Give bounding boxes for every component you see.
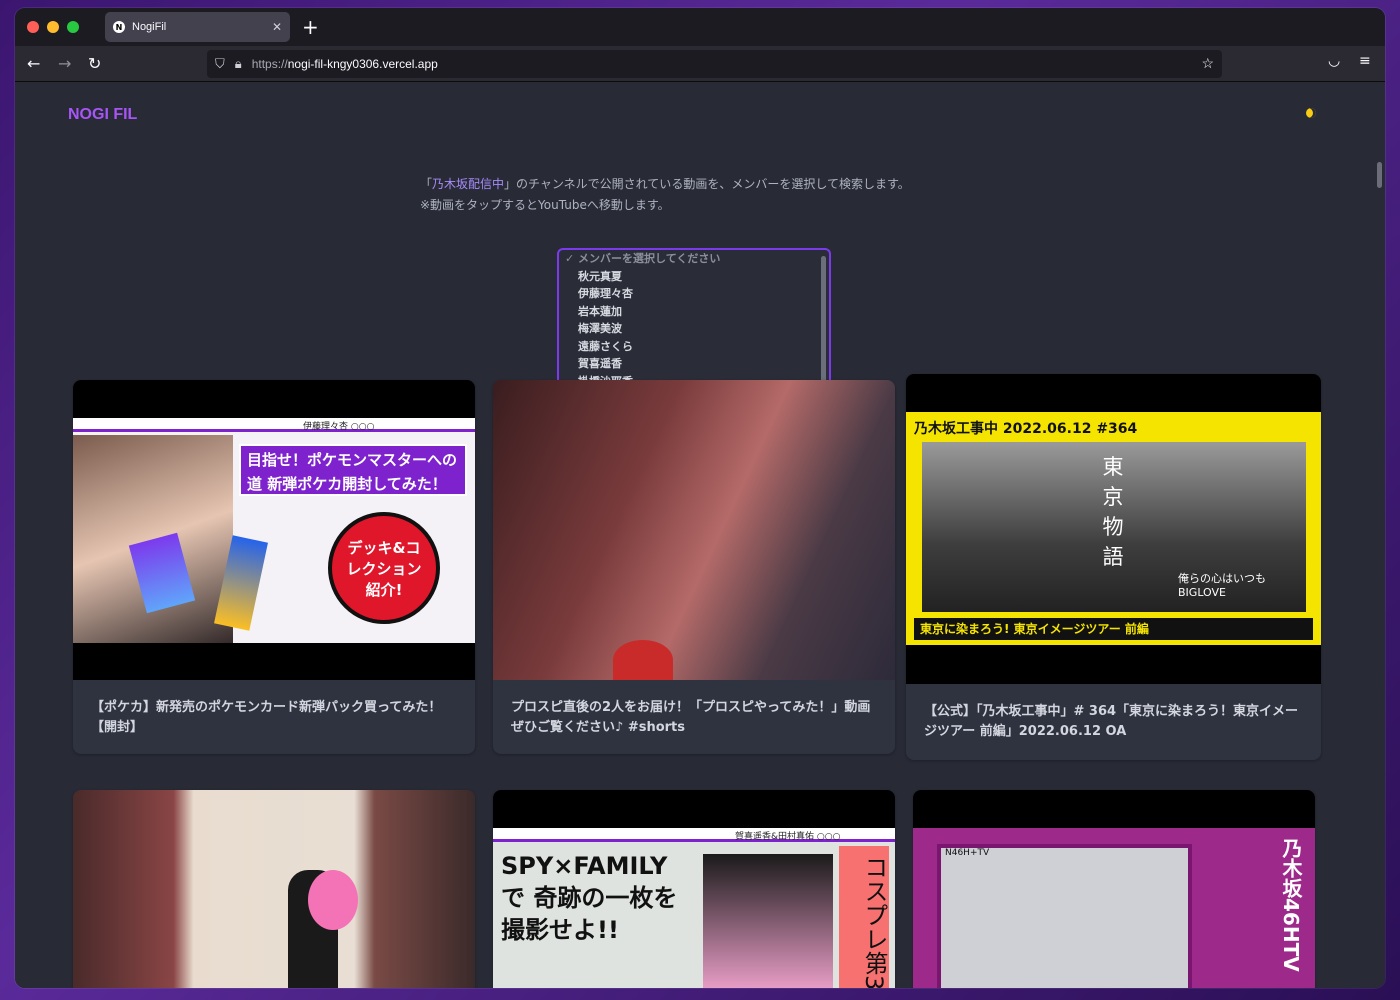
member-option[interactable]: 岩本蓮加 [559, 303, 829, 321]
lock-icon[interactable]: 🔒︎ [235, 56, 242, 72]
minimize-window-button[interactable] [47, 21, 59, 33]
thumbnail-image [613, 640, 673, 680]
member-select-placeholder[interactable]: ✓ メンバーを選択してください [559, 250, 829, 268]
theme-toggle-icon[interactable] [1306, 108, 1316, 118]
video-card[interactable]: 賀喜遥香&田村真佑 ○○○ SPY×FAMILY で 奇跡の一枚を撮影せよ!! … [493, 790, 895, 988]
browser-tab[interactable]: N NogiFil ✕ [105, 12, 290, 42]
reload-icon[interactable]: ↻ [88, 54, 101, 73]
close-icon[interactable]: ✕ [272, 20, 282, 34]
navigation-bar: ← → ↻ ⛉ 🔒︎ https:// nogi-fil-kngy0306.ve… [15, 46, 1385, 82]
bookmark-star-icon[interactable]: ☆ [1201, 55, 1214, 72]
browser-window: N NogiFil ✕ + ← → ↻ ⛉ 🔒︎ https:// nogi-f… [15, 8, 1385, 988]
intro-text: 「乃木坂配信中」のチャンネルで公開されている動画を、メンバーを選択して検索します… [420, 174, 910, 216]
video-thumbnail[interactable] [73, 790, 475, 988]
intro-description: 」のチャンネルで公開されている動画を、メンバーを選択して検索します。 [504, 177, 910, 191]
pocket-icon[interactable]: ◡ [1328, 53, 1340, 69]
thumbnail-side-text: 乃木坂46HTV [1279, 838, 1303, 972]
video-card[interactable] [73, 790, 475, 988]
maximize-window-button[interactable] [67, 21, 79, 33]
video-thumbnail[interactable]: 賀喜遥香&田村真佑 ○○○ SPY×FAMILY で 奇跡の一枚を撮影せよ!! … [493, 790, 895, 988]
menu-icon[interactable]: ≡ [1359, 53, 1371, 69]
favicon-icon: N [113, 21, 125, 33]
thumbnail-badge: デッキ&コレクション紹介! [328, 512, 440, 624]
video-card[interactable]: 乃木坂工事中 2022.06.12 #364 東京物語 俺らの心はいつも BIG… [906, 374, 1321, 760]
thumbnail-image: 乃木坂工事中 2022.06.12 #364 東京物語 俺らの心はいつも BIG… [906, 412, 1321, 645]
tab-title: NogiFil [132, 21, 167, 33]
member-option[interactable]: 梅澤美波 [559, 320, 829, 338]
site-logo[interactable]: NOGI FIL [68, 106, 137, 124]
tab-bar: N NogiFil ✕ + [15, 8, 1385, 46]
page-scrollbar[interactable] [1377, 162, 1382, 188]
thumbnail-credit: 賀喜遥香&田村真佑 ○○○ [735, 832, 841, 842]
thumbnail-credit: 伊藤理々杏 ○○○ [303, 422, 375, 432]
close-window-button[interactable] [27, 21, 39, 33]
forward-icon[interactable]: → [58, 54, 71, 73]
thumbnail-image: 賀喜遥香&田村真佑 ○○○ SPY×FAMILY で 奇跡の一枚を撮影せよ!! … [493, 828, 895, 988]
thumbnail-side-text: コスプレ第3 [839, 846, 889, 988]
video-thumbnail[interactable] [493, 380, 895, 680]
video-card[interactable]: 伊藤理々杏 ○○○ 目指せ！ポケモンマスターへの道 新弾ポケカ開封してみた！ デ… [73, 380, 475, 754]
video-title[interactable]: プロスピ直後の2人をお届け！「プロスピやってみた！」動画ぜひご覧ください♪ #s… [511, 698, 877, 738]
url-host: nogi-fil-kngy0306.vercel.app [287, 57, 438, 71]
member-option[interactable]: 賀喜遥香 [559, 355, 829, 373]
video-thumbnail[interactable]: 伊藤理々杏 ○○○ 目指せ！ポケモンマスターへの道 新弾ポケカ開封してみた！ デ… [73, 380, 475, 680]
thumbnail-side-text: 俺らの心はいつも BIGLOVE [1178, 572, 1266, 599]
thumbnail-image [308, 870, 358, 930]
member-option[interactable]: 秋元真夏 [559, 268, 829, 286]
url-scheme: https:// [251, 57, 288, 71]
shield-icon[interactable]: ⛉ [215, 56, 225, 72]
intro-note: ※動画をタップするとYouTubeへ移動します。 [420, 198, 670, 212]
address-bar[interactable]: ⛉ 🔒︎ https:// nogi-fil-kngy0306.vercel.a… [207, 50, 1222, 78]
thumbnail-image: 伊藤理々杏 ○○○ 目指せ！ポケモンマスターへの道 新弾ポケカ開封してみた！ デ… [73, 418, 475, 643]
video-card[interactable]: N46H+TV 乃木坂46HTV [913, 790, 1315, 988]
thumbnail-footer: 東京に染まろう! 東京イメージツアー 前編 [914, 618, 1313, 640]
video-thumbnail[interactable]: N46H+TV 乃木坂46HTV [913, 790, 1315, 988]
dropdown-scrollbar-thumb[interactable] [821, 256, 826, 388]
video-title[interactable]: 【ポケカ】新発売のポケモンカード新弾パック買ってみた！【開封】 [91, 698, 457, 738]
member-photo [937, 844, 1192, 988]
member-option[interactable]: 伊藤理々杏 [559, 285, 829, 303]
thumbnail-image: N46H+TV 乃木坂46HTV [913, 828, 1315, 988]
thumbnail-caption: N46H+TV [945, 848, 990, 858]
page-content: NOGI FIL 「乃木坂配信中」のチャンネルで公開されている動画を、メンバーを… [15, 82, 1385, 988]
new-tab-button[interactable]: + [302, 15, 319, 39]
video-title[interactable]: 【公式】「乃木坂工事中」# 364「東京に染まろう！東京イメージツアー 前編」2… [924, 702, 1303, 742]
video-thumbnail[interactable]: 乃木坂工事中 2022.06.12 #364 東京物語 俺らの心はいつも BIG… [906, 374, 1321, 684]
thumbnail-caption: 目指せ！ポケモンマスターへの道 新弾ポケカ開封してみた！ [239, 444, 467, 496]
member-photo [703, 854, 833, 988]
thumbnail-header: 乃木坂工事中 2022.06.12 #364 [914, 421, 1138, 437]
thumbnail-caption: SPY×FAMILY で 奇跡の一枚を撮影せよ!! [501, 852, 678, 944]
member-option[interactable]: 遠藤さくら [559, 338, 829, 356]
channel-link[interactable]: 乃木坂配信中 [432, 177, 504, 191]
thumbnail-vertical-title: 東京物語 [1102, 455, 1124, 569]
intro-bracket: 「 [420, 177, 433, 191]
video-card[interactable]: プロスピ直後の2人をお届け！「プロスピやってみた！」動画ぜひご覧ください♪ #s… [493, 380, 895, 754]
back-icon[interactable]: ← [27, 54, 40, 73]
